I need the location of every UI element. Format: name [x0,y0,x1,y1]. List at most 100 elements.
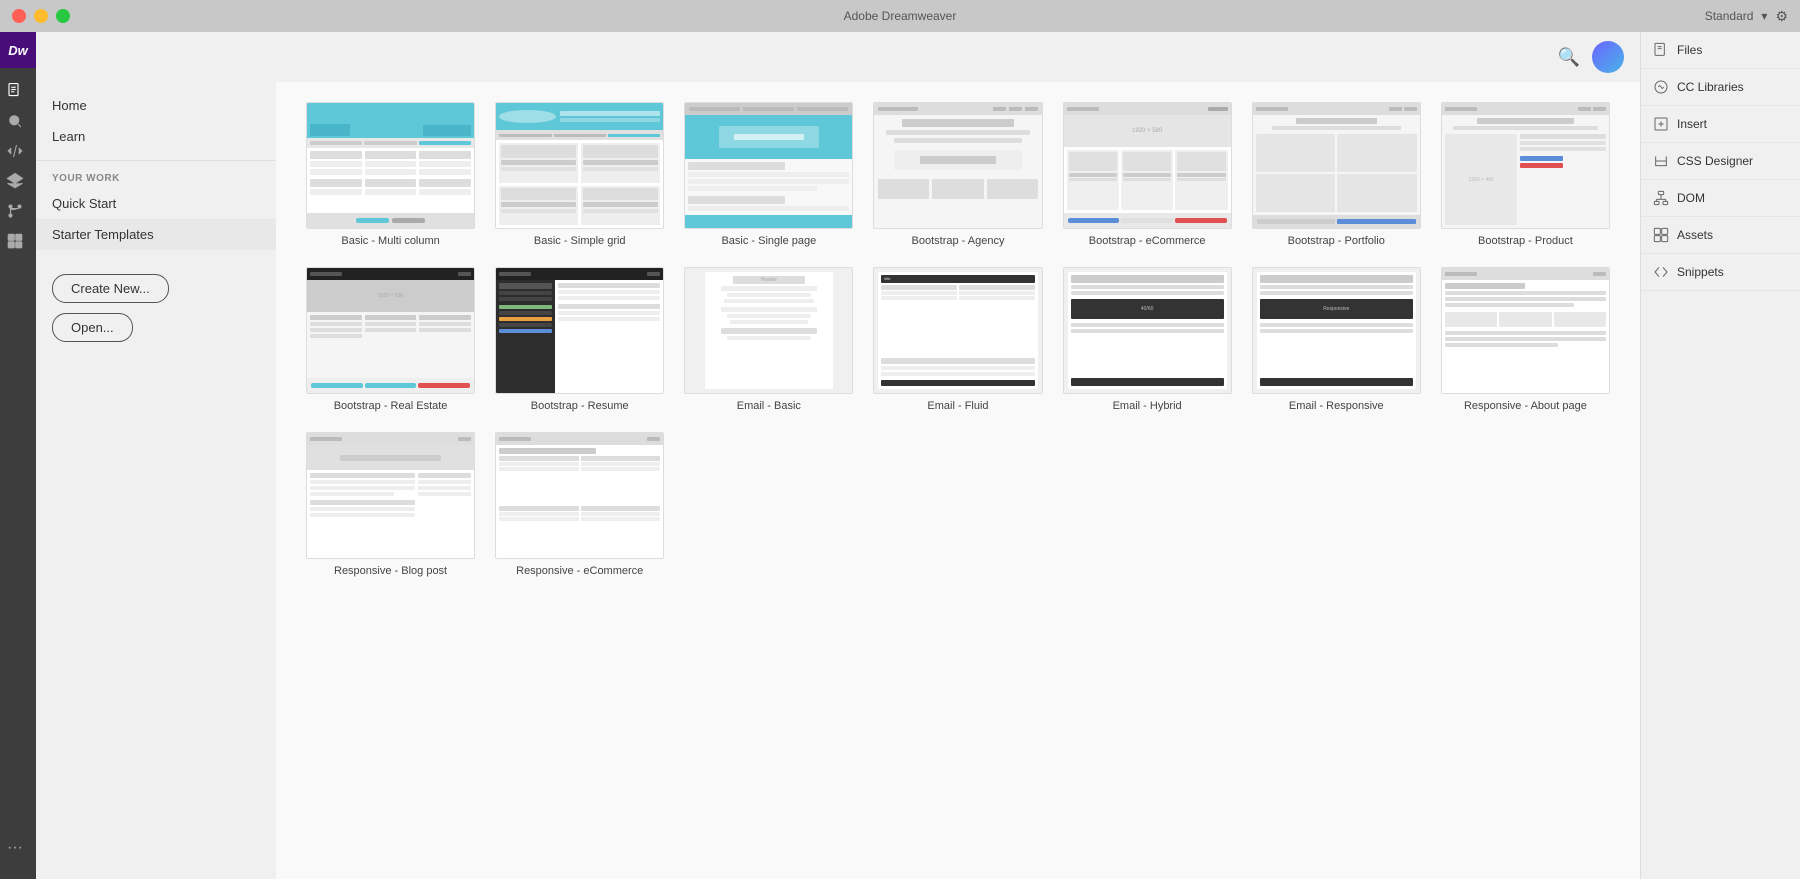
template-thumb-bootstrap-real-estate: 1920 × 500 [306,267,475,394]
template-label-basic-single-page: Basic - Single page [684,235,853,247]
template-label-email-responsive: Email - Responsive [1252,400,1421,412]
app-logo: Dw [0,32,36,68]
assets-label: Assets [1677,228,1713,242]
workspace-label: Standard [1705,9,1754,23]
template-item-bootstrap-product[interactable]: 1200 × 460 [1441,102,1610,247]
right-panel-item-css-designer[interactable]: CSS Designer [1641,143,1800,180]
template-item-responsive-blog[interactable]: Responsive - Blog post [306,432,475,577]
template-label-basic-simple-grid: Basic - Simple grid [495,235,664,247]
template-label-responsive-about: Responsive - About page [1441,400,1610,412]
template-label-bootstrap-product: Bootstrap - Product [1441,235,1610,247]
rail-icon-extensions[interactable] [0,226,30,256]
header-search-icon[interactable]: 🔍 [1558,47,1580,68]
template-item-bootstrap-portfolio[interactable]: Bootstrap - Portfolio [1252,102,1421,247]
template-item-email-basic[interactable]: Header Email - [684,267,853,412]
template-item-responsive-ecommerce[interactable]: Responsive - eCommerce [495,432,664,577]
right-panel-item-snippets[interactable]: Snippets [1641,254,1800,291]
open-button[interactable]: Open... [52,313,133,342]
settings-icon[interactable]: ⚙ [1775,8,1788,25]
files-label: Files [1677,43,1702,57]
template-thumb-email-responsive: Responsive [1252,267,1421,394]
template-item-bootstrap-ecommerce[interactable]: 1920 × 580 [1063,102,1232,247]
empty-cell-1 [684,432,853,577]
rail-icon-code[interactable] [0,136,30,166]
minimize-button[interactable] [34,9,48,23]
template-item-basic-single-page[interactable]: Basic - Single page [684,102,853,247]
empty-cell-4 [1252,432,1421,577]
assets-icon [1653,227,1669,243]
maximize-button[interactable] [56,9,70,23]
dom-icon [1653,190,1669,206]
titlebar-title: Adobe Dreamweaver [844,9,957,23]
template-grid-row2: 1920 × 500 [306,267,1610,412]
template-item-bootstrap-resume[interactable]: Bootstrap - Resume [495,267,664,412]
titlebar: Adobe Dreamweaver Standard ▾ ⚙ [0,0,1800,32]
cc-libraries-label: CC Libraries [1677,80,1744,94]
template-label-bootstrap-agency: Bootstrap - Agency [873,235,1042,247]
template-label-bootstrap-resume: Bootstrap - Resume [495,400,664,412]
template-thumb-email-basic: Header [684,267,853,394]
template-label-responsive-ecommerce: Responsive - eCommerce [495,565,664,577]
header-bar: 🔍 [276,32,1640,82]
template-thumb-email-hybrid: 40/60 [1063,267,1232,394]
template-grid-row1: Basic - Multi column [306,102,1610,247]
rail-icon-search[interactable] [0,106,30,136]
template-label-bootstrap-portfolio: Bootstrap - Portfolio [1252,235,1421,247]
template-thumb-email-fluid: title [873,267,1042,394]
main-content: Basic - Multi column [276,82,1640,879]
template-label-email-hybrid: Email - Hybrid [1063,400,1232,412]
template-thumb-responsive-about [1441,267,1610,394]
nav-item-learn[interactable]: Learn [36,121,276,152]
template-grid-row3: Responsive - Blog post [306,432,1610,577]
template-thumb-bootstrap-ecommerce: 1920 × 580 [1063,102,1232,229]
empty-cell-2 [873,432,1042,577]
rail-icon-files[interactable] [0,76,30,106]
right-panel-item-cc-libraries[interactable]: CC Libraries [1641,69,1800,106]
sidebar-item-quick-start[interactable]: Quick Start [36,188,276,219]
empty-cell-5 [1441,432,1610,577]
right-panel-item-dom[interactable]: DOM [1641,180,1800,217]
right-panel-item-assets[interactable]: Assets [1641,217,1800,254]
sidebar-section-title: YOUR WORK [36,161,276,188]
sidebar-header [36,32,276,82]
template-thumb-basic-single-page [684,102,853,229]
template-item-email-hybrid[interactable]: 40/60 Email - Hybrid [1063,267,1232,412]
template-label-bootstrap-real-estate: Bootstrap - Real Estate [306,400,475,412]
nav-item-home[interactable]: Home [36,90,276,121]
titlebar-right: Standard ▾ ⚙ [1705,8,1788,25]
template-item-basic-simple-grid[interactable]: Basic - Simple grid [495,102,664,247]
template-thumb-responsive-blog [306,432,475,559]
css-designer-icon [1653,153,1669,169]
insert-label: Insert [1677,117,1707,131]
template-thumb-bootstrap-product: 1200 × 460 [1441,102,1610,229]
rail-icon-git[interactable] [0,196,30,226]
right-panel-item-files[interactable]: Files [1641,32,1800,69]
sidebar-nav: Home Learn [36,82,276,161]
template-label-responsive-blog: Responsive - Blog post [306,565,475,577]
empty-cell-3 [1063,432,1232,577]
template-item-email-fluid[interactable]: title [873,267,1042,412]
template-item-basic-multi-column[interactable]: Basic - Multi column [306,102,475,247]
template-thumb-bootstrap-portfolio [1252,102,1421,229]
insert-icon [1653,116,1669,132]
rail-icon-more[interactable]: ··· [0,833,30,863]
template-label-basic-multi-column: Basic - Multi column [306,235,475,247]
template-thumb-basic-simple-grid [495,102,664,229]
rail-icon-layers[interactable] [0,166,30,196]
cc-libraries-icon [1653,79,1669,95]
sidebar-section-items: Quick Start Starter Templates [36,188,276,250]
user-avatar[interactable] [1592,41,1624,73]
right-panel-item-insert[interactable]: Insert [1641,106,1800,143]
workspace-dropdown-icon[interactable]: ▾ [1761,9,1767,23]
sidebar-item-starter-templates[interactable]: Starter Templates [36,219,276,250]
template-item-bootstrap-agency[interactable]: Bootstrap - Agency [873,102,1042,247]
template-thumb-bootstrap-agency [873,102,1042,229]
create-new-button[interactable]: Create New... [52,274,169,303]
right-panel: Files CC Libraries Insert CSS Designer D… [1640,32,1800,879]
template-item-responsive-about[interactable]: Responsive - About page [1441,267,1610,412]
template-item-email-responsive[interactable]: Responsive Email - Responsive [1252,267,1421,412]
template-label-email-basic: Email - Basic [684,400,853,412]
close-button[interactable] [12,9,26,23]
template-thumb-basic-multi-column [306,102,475,229]
template-item-bootstrap-real-estate[interactable]: 1920 × 500 [306,267,475,412]
